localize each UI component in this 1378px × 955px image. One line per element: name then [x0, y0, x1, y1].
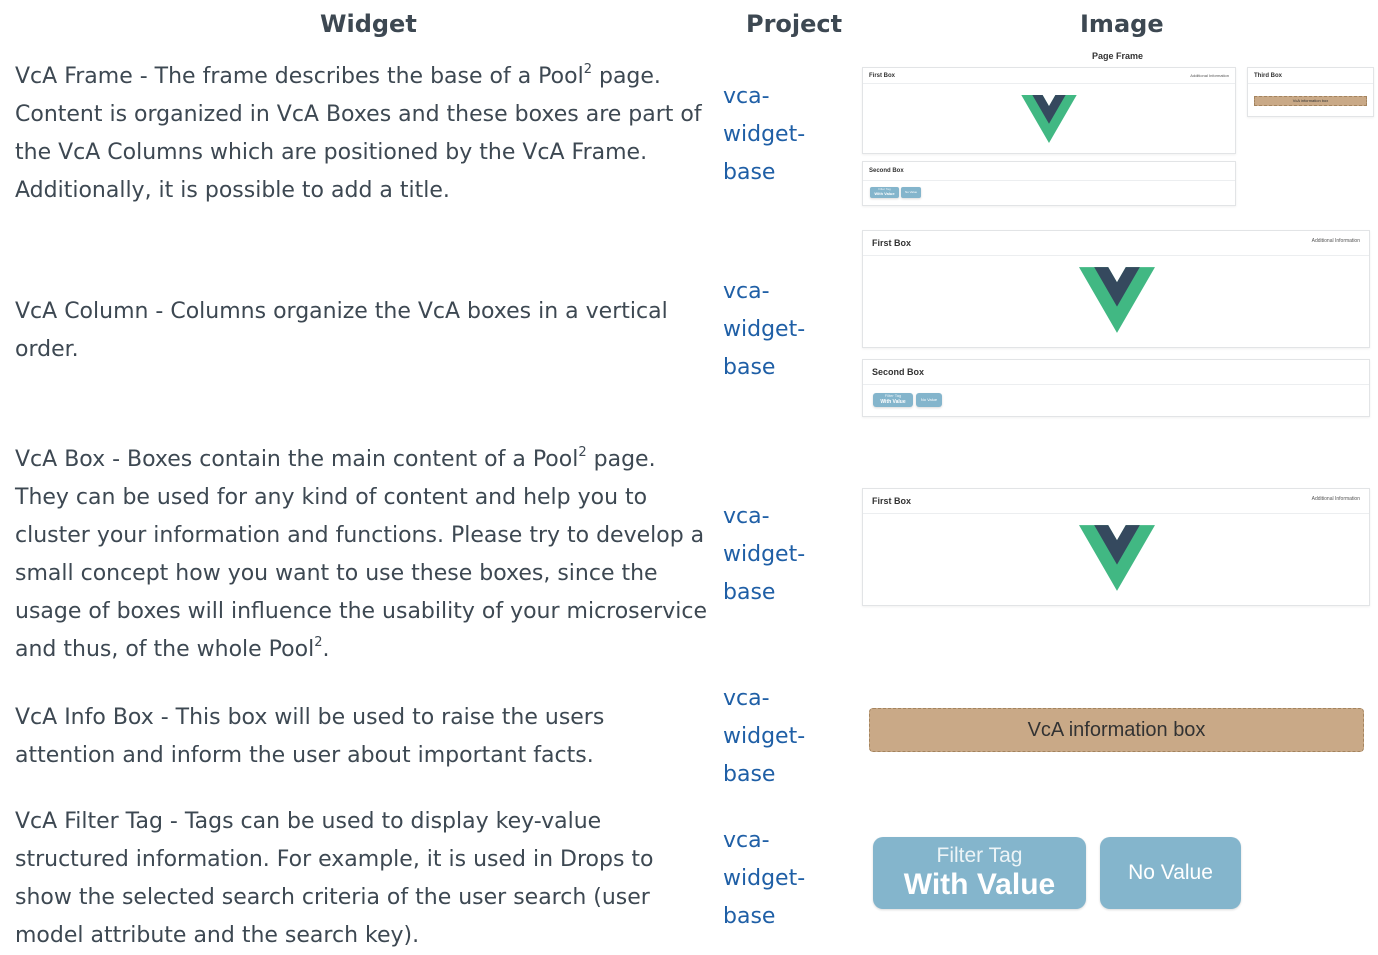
header-project: Project [746, 10, 843, 38]
superscript: 2 [314, 634, 323, 650]
header-widget: Widget [320, 10, 417, 38]
box-divider [863, 180, 1235, 181]
tag-value: With Value [903, 868, 1056, 901]
column-first-box: First Box Additional Information [862, 230, 1370, 348]
project-link-column[interactable]: vca- widget- base [723, 273, 833, 387]
filter-tag-novalue: No Value [916, 393, 942, 407]
image-column: First Box Additional Information Second … [862, 230, 1370, 418]
box-info: Additional Information [1311, 496, 1360, 502]
widget-desc-filter: VcA Filter Tag - Tags can be used to dis… [15, 809, 654, 948]
widget-desc-box: VcA Box - Boxes contain the main content… [15, 441, 710, 669]
frame-second-box: Second Box Filter Tag With Value No Valu… [862, 161, 1236, 206]
box-title: Second Box [869, 168, 904, 174]
column-second-box: Second Box Filter Tag With Value No Valu… [862, 359, 1370, 417]
image-box: First Box Additional Information [862, 488, 1370, 608]
box-title: Second Box [872, 367, 925, 377]
project-link-info[interactable]: vca- widget- base [723, 680, 833, 794]
frame-info-box: VcA information box [1254, 96, 1367, 106]
frame-desc-text-a: VcA Frame - The frame describes the base… [15, 64, 584, 89]
tag-novalue: No Value [904, 190, 918, 194]
vue-logo-icon [1021, 95, 1077, 143]
page-frame-title: Page Frame [1092, 51, 1144, 61]
project-link-frame[interactable]: vca- widget- base [723, 78, 833, 192]
box-title: Third Box [1254, 73, 1282, 79]
box-title: First Box [872, 238, 912, 248]
box-info: Additional Information [1311, 238, 1360, 244]
box-divider [863, 384, 1369, 385]
vue-logo-icon [1079, 267, 1155, 333]
box-desc-text-b: page. They can be used for any kind of c… [15, 447, 707, 662]
widget-desc-column: VcA Column - Columns organize the VcA bo… [15, 299, 668, 362]
box-divider [863, 513, 1369, 514]
box-desc-text-c: . [322, 637, 330, 662]
filter-tag: Filter Tag With Value [873, 837, 1086, 909]
tag-novalue: No Value [920, 397, 938, 402]
superscript: 2 [578, 444, 587, 460]
filter-tag: Filter Tag With Value [873, 393, 913, 407]
vue-logo-icon [1079, 525, 1155, 591]
image-frame: Page Frame First Box Additional Informat… [862, 48, 1374, 208]
frame-third-box: Third Box VcA information box [1247, 67, 1374, 117]
info-box: VcA information box [869, 708, 1364, 752]
box-divider [863, 255, 1369, 256]
tag-key: Filter Tag [884, 393, 902, 398]
tag-key: Filter Tag [936, 844, 1023, 867]
widget-desc-info: VcA Info Box - This box will be used to … [15, 705, 605, 768]
filter-tag-novalue: No Value [901, 187, 921, 198]
superscript: 2 [583, 61, 592, 77]
project-link-box[interactable]: vca- widget- base [723, 498, 833, 612]
tag-value: With Value [880, 399, 906, 405]
frame-first-box: First Box Additional Information [862, 67, 1236, 154]
filter-tag: Filter Tag With Value [870, 187, 899, 198]
box-title: First Box [872, 496, 912, 506]
box-info: Additional Information [1190, 73, 1229, 78]
box-desc-text-a: VcA Box - Boxes contain the main content… [15, 447, 579, 472]
header-image: Image [1080, 10, 1164, 38]
tag-novalue: No Value [1128, 861, 1213, 884]
filter-tag-novalue: No Value [1100, 837, 1241, 909]
tag-value: With Value [874, 191, 895, 196]
project-link-filter[interactable]: vca- widget- base [723, 822, 833, 936]
box-divider [1248, 83, 1373, 84]
tag-key: Filter Tag [878, 187, 891, 191]
box-title: First Box [869, 73, 896, 79]
widget-desc-frame: VcA Frame - The frame describes the base… [15, 58, 710, 210]
box-divider [863, 83, 1235, 84]
box-first-box: First Box Additional Information [862, 488, 1370, 606]
